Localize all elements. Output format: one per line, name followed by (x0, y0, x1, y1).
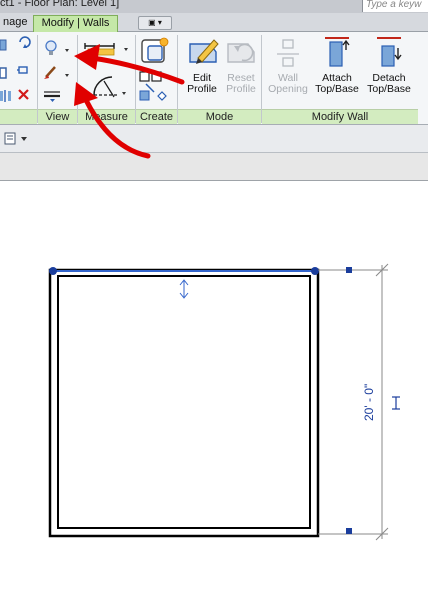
red-arrow-icon (74, 82, 151, 159)
red-arrow-icon (74, 44, 185, 85)
annotation-overlay (74, 44, 185, 159)
